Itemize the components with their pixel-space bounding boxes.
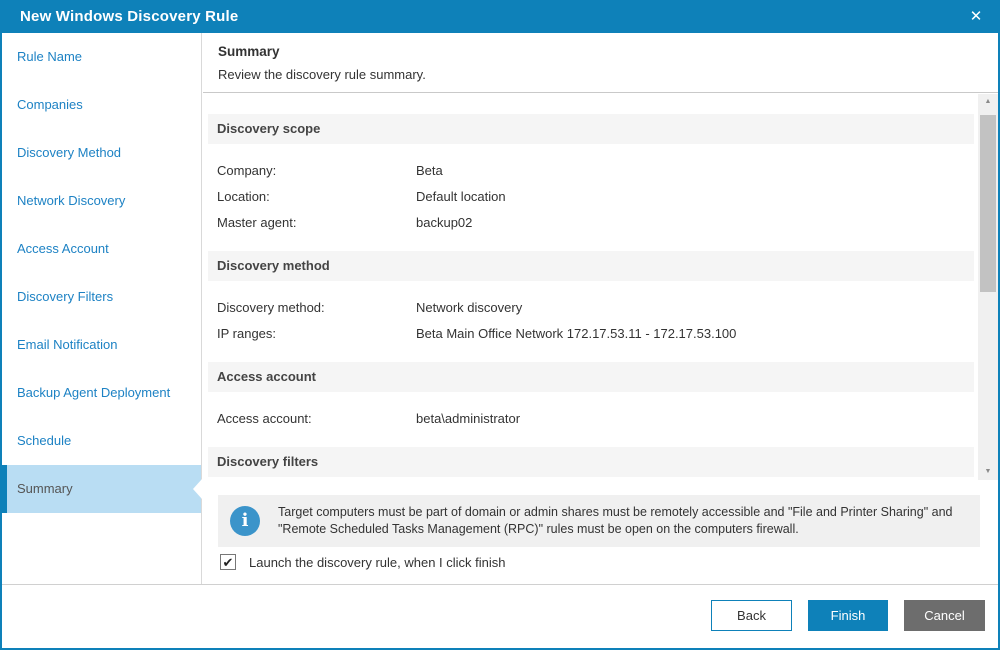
back-button[interactable]: Back (711, 600, 792, 631)
sidebar-item-label: Discovery Filters (17, 289, 114, 304)
row-label: Master agent: (217, 215, 297, 230)
section-discovery-scope: Discovery scope Company: Beta Location: … (208, 114, 974, 236)
sidebar-item-label: Network Discovery (17, 193, 126, 208)
section-header: Discovery scope (208, 114, 974, 144)
sidebar-item-email-notification[interactable]: Email Notification (2, 321, 201, 369)
summary-row: Location: Default location (217, 184, 974, 210)
section-discovery-filters: Discovery filters (208, 447, 974, 477)
summary-row: Master agent: backup02 (217, 210, 974, 236)
close-icon[interactable]: ✕ (964, 2, 988, 33)
launch-checkbox-label: Launch the discovery rule, when I click … (249, 554, 506, 570)
scrollbar-thumb[interactable] (980, 115, 996, 292)
sidebar-item-label: Companies (17, 97, 83, 112)
page-subtitle: Review the discovery rule summary. (218, 67, 426, 82)
launch-option-row: ✔ Launch the discovery rule, when I clic… (220, 553, 506, 571)
row-value: Beta (416, 163, 443, 178)
section-rows: Company: Beta Location: Default location… (208, 158, 974, 236)
sidebar-item-label: Access Account (17, 241, 109, 256)
row-value: Beta Main Office Network 172.17.53.11 - … (416, 326, 737, 341)
summary-row: Access account: beta\administrator (217, 406, 974, 432)
summary-row: IP ranges: Beta Main Office Network 172.… (217, 321, 974, 347)
new-windows-discovery-rule-dialog: New Windows Discovery Rule ✕ Rule Name C… (0, 0, 1000, 650)
sidebar-item-summary[interactable]: Summary (2, 465, 202, 513)
scrollbar-down-icon[interactable]: ▼ (978, 464, 998, 480)
scrollbar-up-icon[interactable]: ▲ (978, 94, 998, 110)
sidebar-item-label: Summary (17, 481, 73, 496)
section-rows: Access account: beta\administrator (208, 406, 974, 432)
selected-accent-bar (2, 465, 7, 513)
row-label: IP ranges: (217, 326, 277, 341)
row-label: Access account: (217, 411, 312, 426)
row-value: Network discovery (416, 300, 523, 315)
summary-row: Discovery method: Network discovery (217, 295, 974, 321)
finish-button[interactable]: Finish (808, 600, 888, 631)
launch-checkbox[interactable]: ✔ (220, 554, 236, 570)
sidebar-item-label: Schedule (17, 433, 72, 448)
sidebar-item-label: Backup Agent Deployment (17, 385, 171, 400)
wizard-steps-sidebar: Rule Name Companies Discovery Method Net… (2, 33, 202, 584)
sidebar-item-schedule[interactable]: Schedule (2, 417, 201, 465)
content-header: Summary Review the discovery rule summar… (203, 33, 998, 93)
summary-row: Company: Beta (217, 158, 974, 184)
title-bar: New Windows Discovery Rule ✕ (2, 2, 998, 33)
page-title: Summary (218, 44, 280, 59)
sidebar-item-network-discovery[interactable]: Network Discovery (2, 177, 201, 225)
info-icon: i (230, 506, 260, 536)
sidebar-item-discovery-filters[interactable]: Discovery Filters (2, 273, 201, 321)
section-access-account: Access account Access account: beta\admi… (208, 362, 974, 432)
sidebar-item-rule-name[interactable]: Rule Name (2, 33, 201, 81)
row-label: Location: (217, 189, 270, 204)
row-value: Default location (416, 189, 506, 204)
row-label: Discovery method: (217, 300, 325, 315)
info-box: i Target computers must be part of domai… (218, 495, 980, 547)
sidebar-item-access-account[interactable]: Access Account (2, 225, 201, 273)
footer-bar: Back Finish Cancel (2, 584, 998, 648)
section-rows: Discovery method: Network discovery IP r… (208, 295, 974, 347)
window-title: New Windows Discovery Rule (20, 8, 239, 25)
vertical-scrollbar[interactable]: ▲ ▼ (978, 94, 998, 480)
selected-notch-arrow (193, 479, 202, 499)
section-header: Discovery method (208, 251, 974, 281)
info-text: Target computers must be part of domain … (278, 505, 953, 536)
section-discovery-method: Discovery method Discovery method: Netwo… (208, 251, 974, 347)
sidebar-item-label: Rule Name (17, 49, 83, 64)
summary-scroll-area: Discovery scope Company: Beta Location: … (203, 94, 978, 480)
sidebar-item-discovery-method[interactable]: Discovery Method (2, 129, 201, 177)
row-value: backup02 (416, 215, 473, 230)
row-value: beta\administrator (416, 411, 521, 426)
section-header: Discovery filters (208, 447, 974, 477)
sidebar-item-companies[interactable]: Companies (2, 81, 201, 129)
sidebar-item-label: Email Notification (17, 337, 118, 352)
sidebar-item-label: Discovery Method (17, 145, 122, 160)
cancel-button[interactable]: Cancel (904, 600, 985, 631)
section-header: Access account (208, 362, 974, 392)
row-label: Company: (217, 163, 277, 178)
sidebar-item-backup-agent-deployment[interactable]: Backup Agent Deployment (2, 369, 201, 417)
